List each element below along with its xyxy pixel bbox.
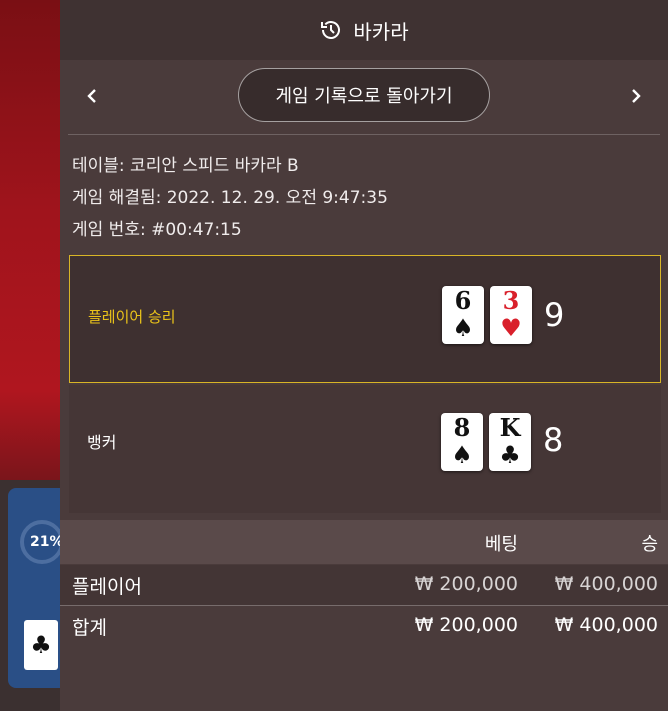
bet-amount: ₩ 200,000 xyxy=(414,573,518,595)
bet-table-header: 베팅 승 xyxy=(60,520,668,564)
history-icon xyxy=(321,21,341,39)
bet-column-header: 베팅 xyxy=(484,534,518,555)
banker-total: 8 xyxy=(543,421,564,459)
background-card: ♣ xyxy=(24,620,58,670)
bet-row-label: 합계 xyxy=(72,617,107,639)
win-amount: ₩ 400,000 xyxy=(554,573,658,595)
banker-card-1: 8 ♠ xyxy=(441,413,483,471)
game-history-panel: 바카라 게임 기록으로 돌아가기 테이블: 코리안 스피드 바카라 B 게임 해… xyxy=(60,0,668,711)
player-card-1: 6 ♠ xyxy=(442,286,484,344)
chevron-right-icon xyxy=(632,89,641,103)
background-percent-badge: 21% xyxy=(20,520,64,564)
player-hand: 플레이어 승리 6 ♠ 3 ♥ 9 xyxy=(69,255,661,383)
player-result-label: 플레이어 승리 xyxy=(88,308,176,326)
navigation-row: 게임 기록으로 돌아가기 xyxy=(60,60,668,132)
club-icon: ♣ xyxy=(499,441,521,469)
game-resolved-time: 게임 해결됨: 2022. 12. 29. 오전 9:47:35 xyxy=(72,188,388,208)
divider xyxy=(68,134,660,135)
bet-row-label: 플레이어 xyxy=(72,576,142,598)
next-game-button[interactable] xyxy=(618,78,654,114)
banker-hand: 뱅커 8 ♠ K ♣ 8 xyxy=(69,385,661,513)
spade-icon: ♠ xyxy=(452,314,474,342)
game-number: 게임 번호: #00:47:15 xyxy=(72,220,242,240)
win-column-header: 승 xyxy=(641,534,658,555)
spade-icon: ♠ xyxy=(451,441,473,469)
win-amount: ₩ 400,000 xyxy=(554,614,658,636)
bet-amount: ₩ 200,000 xyxy=(414,614,518,636)
banker-card-2: K ♣ xyxy=(489,413,531,471)
card-rank: K xyxy=(499,413,521,442)
card-rank: 6 xyxy=(454,286,472,315)
card-rank: 3 xyxy=(502,286,520,315)
panel-header: 바카라 xyxy=(60,0,668,60)
player-total: 9 xyxy=(544,296,565,334)
back-to-history-button[interactable]: 게임 기록으로 돌아가기 xyxy=(238,68,490,122)
table-info: 테이블: 코리안 스피드 바카라 B xyxy=(72,156,299,176)
table-row: 플레이어 ₩ 200,000 ₩ 400,000 xyxy=(60,565,668,605)
banker-label: 뱅커 xyxy=(87,433,117,452)
card-rank: 8 xyxy=(453,413,471,442)
table-row-total: 합계 ₩ 200,000 ₩ 400,000 xyxy=(60,605,668,646)
chevron-left-icon xyxy=(87,89,96,103)
heart-icon: ♥ xyxy=(500,314,522,342)
page-title: 바카라 xyxy=(353,19,409,44)
previous-game-button[interactable] xyxy=(74,78,110,114)
player-card-2: 3 ♥ xyxy=(490,286,532,344)
